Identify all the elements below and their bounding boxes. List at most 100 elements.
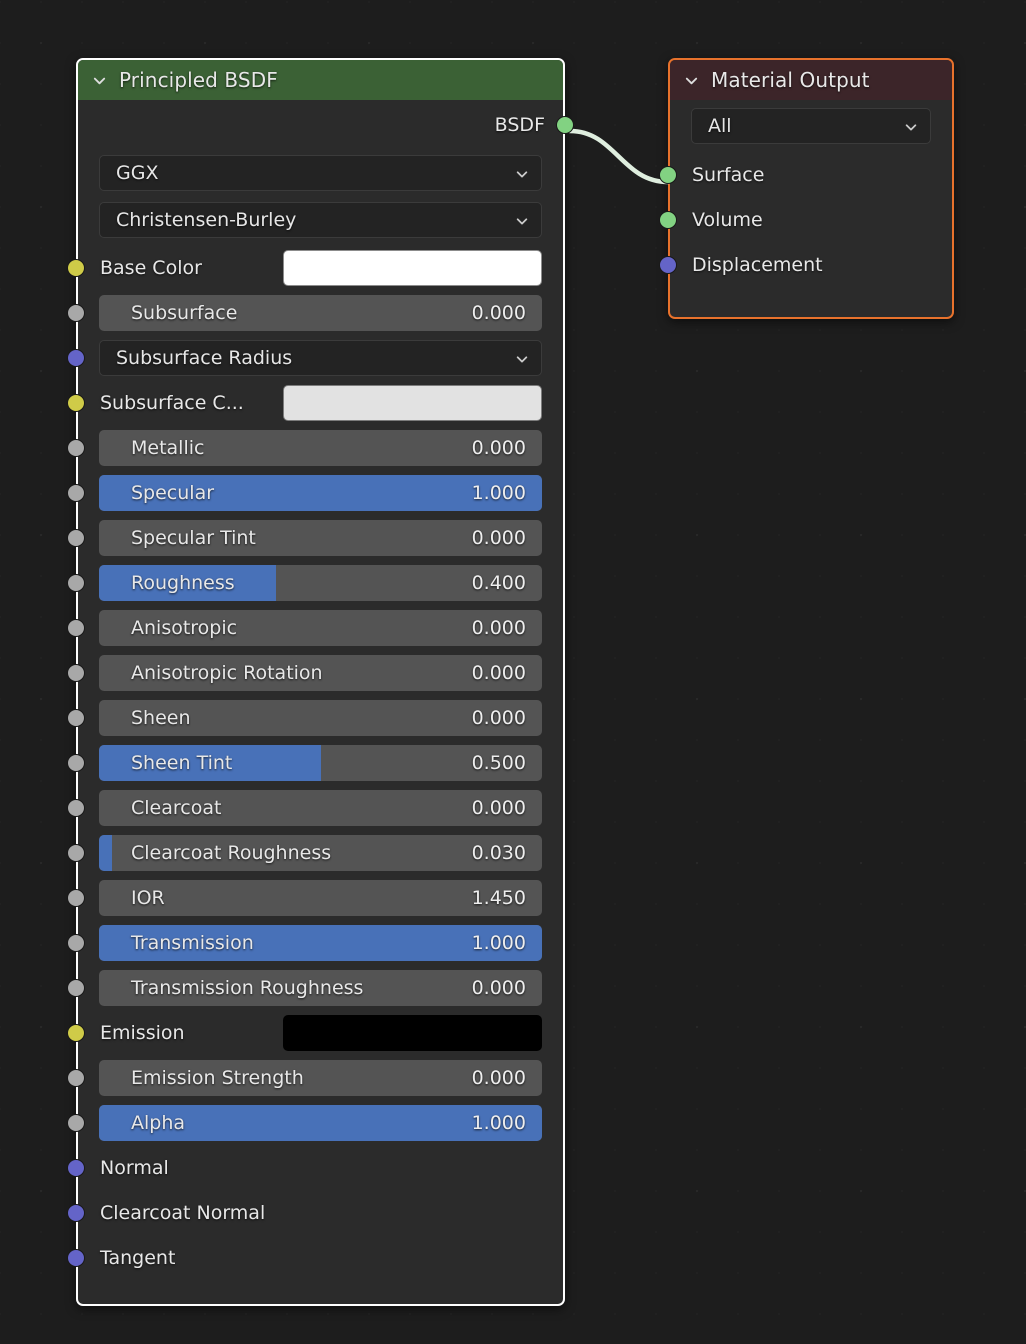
- color-swatch-subsurface-color[interactable]: [283, 384, 542, 421]
- slider-specular[interactable]: Specular 1.000: [99, 474, 542, 511]
- socket-volume[interactable]: [659, 210, 677, 229]
- row-subsurface-radius: Subsurface Radius: [67, 335, 563, 380]
- slider-roughness[interactable]: Roughness 0.400: [99, 564, 542, 601]
- slider-sheen[interactable]: Sheen 0.000: [99, 699, 542, 736]
- row-distribution: GGX: [78, 150, 563, 195]
- slider-metallic[interactable]: Metallic 0.000: [99, 429, 542, 466]
- slider-transmission-roughness[interactable]: Transmission Roughness 0.000: [99, 969, 542, 1006]
- socket-sheen[interactable]: [67, 708, 85, 727]
- slider-clearcoat-roughness[interactable]: Clearcoat Roughness 0.030: [99, 834, 542, 871]
- slider-label: Specular: [131, 481, 215, 504]
- chevron-down-icon: [515, 166, 529, 180]
- slider-label: Transmission: [131, 931, 254, 954]
- socket-sheen-tint[interactable]: [67, 753, 85, 772]
- socket-output-bsdf[interactable]: [556, 116, 574, 134]
- socket-displacement[interactable]: [659, 255, 677, 274]
- row-roughness: Roughness 0.400: [67, 560, 563, 605]
- socket-tangent[interactable]: [67, 1248, 85, 1267]
- node-header-principled-bsdf[interactable]: Principled BSDF: [78, 60, 563, 100]
- socket-metallic[interactable]: [67, 438, 85, 457]
- slider-alpha[interactable]: Alpha 1.000: [99, 1104, 542, 1141]
- chevron-down-icon: [904, 119, 918, 133]
- slider-value: 0.000: [471, 301, 526, 324]
- label-tangent: Tangent: [100, 1246, 176, 1269]
- dropdown-target[interactable]: All: [691, 108, 931, 144]
- row-subsurface-method: Christensen-Burley: [78, 195, 563, 245]
- row-alpha: Alpha 1.000: [67, 1100, 563, 1145]
- row-metallic: Metallic 0.000: [67, 425, 563, 470]
- node-material-output[interactable]: Material Output All Surface Volume Displ…: [659, 58, 954, 319]
- row-transmission: Transmission 1.000: [67, 920, 563, 965]
- node-bottom-padding: [670, 287, 952, 309]
- chevron-down-icon[interactable]: [684, 73, 699, 88]
- socket-subsurface-color[interactable]: [67, 393, 85, 412]
- socket-base-color[interactable]: [67, 258, 85, 277]
- slider-subsurface[interactable]: Subsurface 0.000: [99, 294, 542, 331]
- socket-emission[interactable]: [67, 1023, 85, 1042]
- slider-value: 0.000: [471, 796, 526, 819]
- slider-emission-strength[interactable]: Emission Strength 0.000: [99, 1059, 542, 1096]
- socket-surface[interactable]: [659, 165, 677, 184]
- slider-value: 0.000: [471, 1066, 526, 1089]
- slider-sheen-tint[interactable]: Sheen Tint 0.500: [99, 744, 542, 781]
- output-row-bsdf: BSDF: [78, 100, 574, 150]
- dropdown-target-value: All: [708, 115, 732, 137]
- slider-label: Sheen: [131, 706, 191, 729]
- row-sheen-tint: Sheen Tint 0.500: [67, 740, 563, 785]
- socket-normal[interactable]: [67, 1158, 85, 1177]
- shader-node-editor[interactable]: Principled BSDF BSDF GGX Christensen-Bur…: [0, 0, 1026, 1344]
- slider-fill: [99, 834, 113, 871]
- slider-ior[interactable]: IOR 1.450: [99, 879, 542, 916]
- slider-anisotropic-rotation[interactable]: Anisotropic Rotation 0.000: [99, 654, 542, 691]
- slider-label: Alpha: [131, 1111, 186, 1134]
- socket-transmission-roughness[interactable]: [67, 978, 85, 997]
- dropdown-subsurface-method-value: Christensen-Burley: [116, 209, 297, 231]
- slider-anisotropic[interactable]: Anisotropic 0.000: [99, 609, 542, 646]
- socket-transmission[interactable]: [67, 933, 85, 952]
- slider-specular-tint[interactable]: Specular Tint 0.000: [99, 519, 542, 556]
- socket-emission-strength[interactable]: [67, 1068, 85, 1087]
- dropdown-subsurface-method[interactable]: Christensen-Burley: [99, 202, 542, 238]
- socket-alpha[interactable]: [67, 1113, 85, 1132]
- socket-anisotropic[interactable]: [67, 618, 85, 637]
- slider-label: Specular Tint: [131, 526, 256, 549]
- slider-label: Metallic: [131, 436, 205, 459]
- dropdown-distribution[interactable]: GGX: [99, 154, 542, 191]
- row-specular-tint: Specular Tint 0.000: [67, 515, 563, 560]
- row-displacement: Displacement: [659, 242, 952, 287]
- socket-clearcoat-roughness[interactable]: [67, 843, 85, 862]
- socket-specular[interactable]: [67, 483, 85, 502]
- socket-roughness[interactable]: [67, 573, 85, 592]
- label-volume: Volume: [692, 208, 763, 231]
- slider-value: 0.000: [471, 976, 526, 999]
- node-title: Principled BSDF: [119, 68, 278, 92]
- label-subsurface-color: Subsurface C...: [100, 391, 244, 414]
- chevron-down-icon[interactable]: [92, 73, 107, 88]
- dropdown-subsurface-radius-value: Subsurface Radius: [116, 346, 293, 369]
- socket-clearcoat-normal[interactable]: [67, 1203, 85, 1222]
- slider-label: Roughness: [131, 571, 235, 594]
- socket-clearcoat[interactable]: [67, 798, 85, 817]
- slider-transmission[interactable]: Transmission 1.000: [99, 924, 542, 961]
- dropdown-subsurface-radius[interactable]: Subsurface Radius: [99, 339, 542, 376]
- socket-anisotropic-rotation[interactable]: [67, 663, 85, 682]
- socket-specular-tint[interactable]: [67, 528, 85, 547]
- label-normal: Normal: [100, 1156, 169, 1179]
- slider-clearcoat[interactable]: Clearcoat 0.000: [99, 789, 542, 826]
- socket-subsurface[interactable]: [67, 303, 85, 322]
- socket-subsurface-radius[interactable]: [67, 348, 85, 367]
- node-principled-bsdf[interactable]: Principled BSDF BSDF GGX Christensen-Bur…: [67, 58, 574, 1306]
- color-swatch-emission[interactable]: [283, 1014, 542, 1051]
- slider-value: 0.000: [471, 616, 526, 639]
- label-clearcoat-normal: Clearcoat Normal: [100, 1201, 266, 1224]
- row-emission-strength: Emission Strength 0.000: [67, 1055, 563, 1100]
- chevron-down-icon: [515, 213, 529, 227]
- socket-ior[interactable]: [67, 888, 85, 907]
- chevron-down-icon: [515, 351, 529, 365]
- node-header-material-output[interactable]: Material Output: [670, 60, 952, 100]
- slider-value: 0.000: [471, 436, 526, 459]
- row-target: All: [670, 100, 952, 152]
- color-swatch-base-color[interactable]: [283, 249, 542, 286]
- row-surface: Surface: [659, 152, 952, 197]
- label-displacement: Displacement: [692, 253, 823, 276]
